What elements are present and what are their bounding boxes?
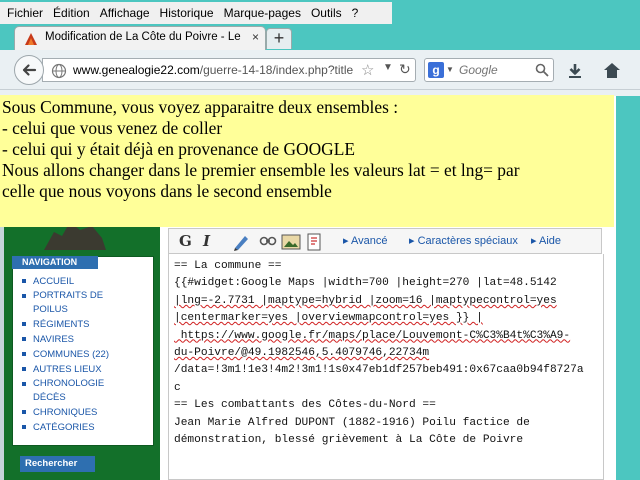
tab-active[interactable]: Modification de La Côte du Poivre - Les … xyxy=(14,26,266,50)
bullet-icon xyxy=(22,279,26,283)
callout-line: - celui qui y était déjà en provenance d… xyxy=(2,139,355,159)
editor-line: https://www.google.fr/maps/place/Louvemo… xyxy=(174,329,571,342)
back-arrow-icon xyxy=(22,64,37,76)
reference-icon[interactable] xyxy=(305,233,323,251)
download-icon[interactable] xyxy=(566,62,584,80)
url-path: /guerre-14-18/index.php?title xyxy=(199,63,354,77)
callout-line: - celui que vous venez de coller xyxy=(2,118,223,138)
image-icon[interactable] xyxy=(281,233,301,251)
nav-item-autres-lieux[interactable]: AUTRES LIEUX xyxy=(20,362,121,377)
search-box-title: Rechercher xyxy=(20,456,95,472)
navigation-list: ACCUEIL PORTRAITS DE POILUS RÉGIMENTS NA… xyxy=(20,274,121,435)
url-text: www.genealogie22.com/guerre-14-18/index.… xyxy=(73,63,363,77)
signature-icon[interactable] xyxy=(233,233,253,251)
callout-line: Nous allons changer dans le premier ense… xyxy=(2,160,520,180)
menu-historique[interactable]: Historique xyxy=(155,2,219,24)
engine-dropdown-icon[interactable]: ▼ xyxy=(446,65,454,74)
back-button[interactable] xyxy=(14,55,44,85)
nav-item-navires[interactable]: NAVIRES xyxy=(20,332,121,347)
url-bar[interactable]: www.genealogie22.com/guerre-14-18/index.… xyxy=(42,58,416,82)
nav-item-chroniques[interactable]: CHRONIQUES xyxy=(20,405,121,420)
bookmark-star-icon[interactable]: ☆ xyxy=(361,61,374,79)
history-dropdown-icon[interactable]: ▼ xyxy=(383,62,393,73)
tab-close-icon[interactable]: × xyxy=(252,30,259,44)
url-host: www.genealogie22.com xyxy=(73,63,200,77)
navigation-title: NAVIGATION xyxy=(12,256,98,269)
site-favicon-icon xyxy=(25,33,37,45)
menu-marque-pages[interactable]: Marque-pages xyxy=(219,2,306,24)
editor-line: |lng=-2.7731 |maptype=hybrid |zoom=16 |m… xyxy=(174,294,557,307)
editor-line: /data=!3m1!1e3!4m2!3m1!1s0x47eb1df257beb… xyxy=(174,364,584,377)
tab-strip: Modification de La Côte du Poivre - Les … xyxy=(0,26,640,50)
editor-line: |centermarker=yes |overviewmapcontrol=ye… xyxy=(174,312,483,325)
tab-title: Modification de La Côte du Poivre - Les … xyxy=(45,31,241,43)
menu-outils[interactable]: Outils xyxy=(306,2,347,24)
page-scrollbar[interactable] xyxy=(616,96,640,480)
nav-item-communes[interactable]: COMMUNES (22) xyxy=(20,347,121,362)
search-icon[interactable] xyxy=(535,63,549,77)
editor-line: démonstration, blessé grièvement à La Cô… xyxy=(174,434,524,447)
menu-edition[interactable]: Édition xyxy=(48,2,95,24)
instruction-callout: Sous Commune, vous voyez apparaitre deux… xyxy=(0,95,614,227)
bullet-icon xyxy=(22,425,26,429)
menu-items: Fichier Édition Affichage Historique Mar… xyxy=(0,2,392,24)
bullet-icon xyxy=(22,382,26,386)
menu-bar: Fichier Édition Affichage Historique Mar… xyxy=(0,0,640,26)
nav-toolbar: www.genealogie22.com/guerre-14-18/index.… xyxy=(0,50,640,90)
editor-line: c xyxy=(174,381,181,394)
reload-icon[interactable]: ↻ xyxy=(399,61,411,78)
menu-affichage[interactable]: Affichage xyxy=(95,2,155,24)
bullet-icon xyxy=(22,352,26,356)
nav-item-categories[interactable]: CATÉGORIES xyxy=(20,420,121,435)
editor-toolbar: G I ▸ Avancé ▸ Caractères spéciaux ▸ Aid… xyxy=(168,228,602,254)
home-icon[interactable] xyxy=(602,61,622,79)
search-input[interactable] xyxy=(459,62,539,78)
callout-line: celle que nous voyons dans le second ens… xyxy=(2,181,332,201)
link-icon[interactable] xyxy=(259,233,277,249)
italic-button[interactable]: I xyxy=(203,232,210,250)
bullet-icon xyxy=(22,410,26,414)
editor-line: du-Poivre/@49.1982546,5.4079746,22734m xyxy=(174,347,430,360)
nav-item-regiments[interactable]: RÉGIMENTS xyxy=(20,317,121,332)
globe-icon xyxy=(51,63,67,79)
bullet-icon xyxy=(22,367,26,371)
editor-line: == La commune == xyxy=(174,260,282,272)
special-chars-button[interactable]: ▸ Caractères spéciaux xyxy=(409,234,518,247)
menu-fichier[interactable]: Fichier xyxy=(2,2,48,24)
editor-line: {{#widget:Google Maps |width=700 |height… xyxy=(174,277,557,290)
bullet-icon xyxy=(22,322,26,326)
editor-line: Jean Marie Alfred DUPONT (1882-1916) Poi… xyxy=(174,416,530,429)
nav-item-accueil[interactable]: ACCUEIL xyxy=(20,274,121,289)
google-engine-icon[interactable]: g xyxy=(428,62,444,78)
nav-item-portraits[interactable]: PORTRAITS DE POILUS xyxy=(20,289,121,317)
advanced-button[interactable]: ▸ Avancé xyxy=(343,234,387,247)
menu-help[interactable]: ? xyxy=(347,2,364,24)
wiki-editor-textarea[interactable]: == La commune == {{#widget:Google Maps |… xyxy=(168,254,604,480)
editor-line: == Les combattants des Côtes-du-Nord == xyxy=(174,399,436,412)
callout-line: Sous Commune, vous voyez apparaitre deux… xyxy=(2,97,399,117)
search-bar[interactable]: g ▼ xyxy=(424,58,554,82)
bullet-icon xyxy=(22,337,26,341)
nav-item-chronologie[interactable]: CHRONOLOGIE DÉCÈS xyxy=(20,377,121,405)
bullet-icon xyxy=(22,294,26,298)
bold-button[interactable]: G xyxy=(179,232,192,250)
help-button[interactable]: ▸ Aide xyxy=(531,234,561,247)
new-tab-button[interactable]: + xyxy=(266,28,292,49)
